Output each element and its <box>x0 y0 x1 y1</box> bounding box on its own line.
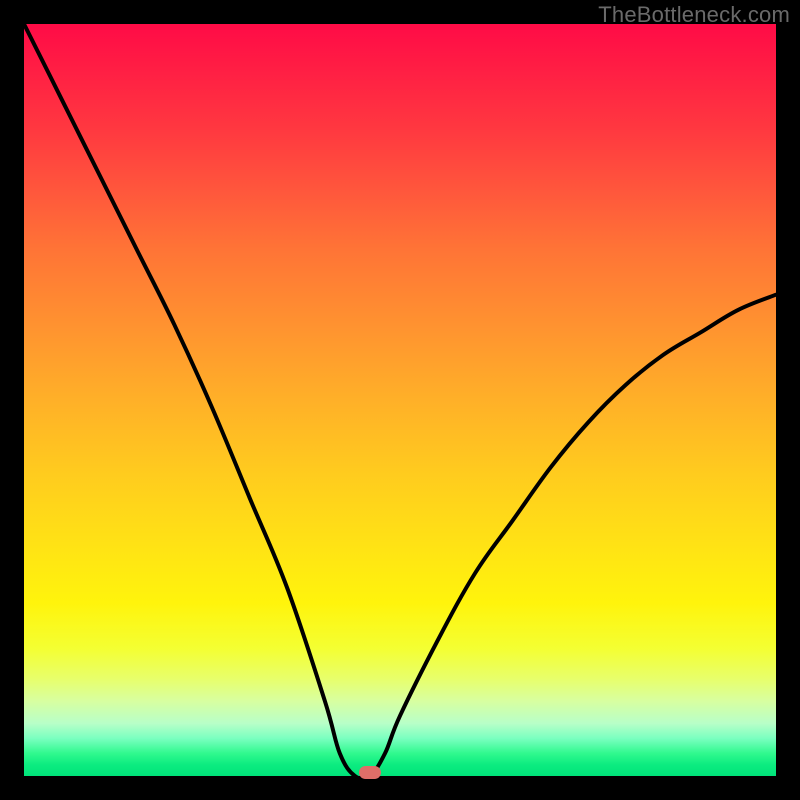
optimum-marker <box>359 766 381 779</box>
watermark-text: TheBottleneck.com <box>598 2 790 28</box>
curve-path <box>24 24 776 779</box>
bottleneck-curve <box>24 24 776 776</box>
chart-frame: TheBottleneck.com <box>0 0 800 800</box>
